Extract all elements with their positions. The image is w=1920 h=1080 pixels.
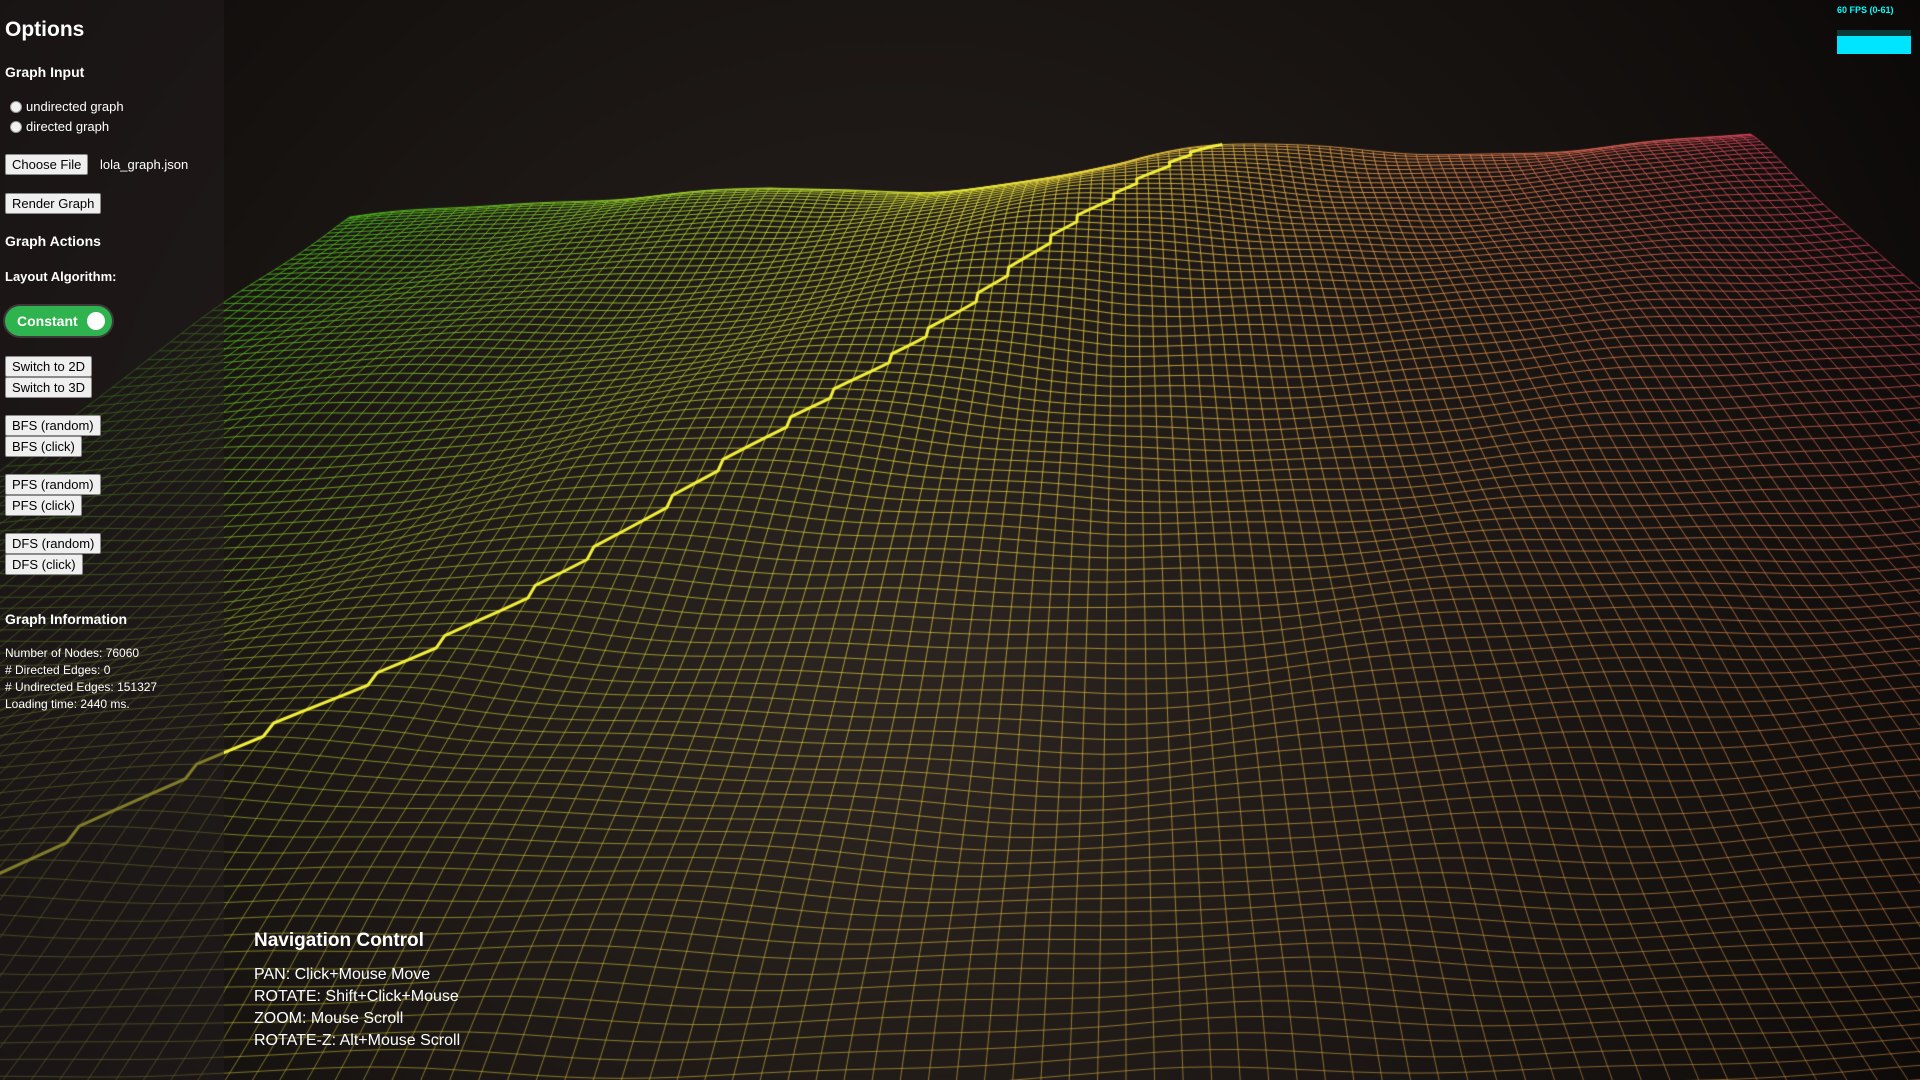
nav-pan: PAN: Click+Mouse Move [254,966,431,983]
render-graph-button[interactable]: Render Graph [5,193,102,214]
dfs-click-button[interactable]: DFS (click) [5,554,83,575]
nav-rotate: ROTATE: Shift+Click+Mouse [254,988,459,1005]
graph-input-heading: Graph Input [5,64,85,80]
node-count: Number of Nodes: 76060 [5,646,140,660]
wireframe-terrain-graph[interactable] [0,0,1920,1080]
toggle-label: Constant [17,313,78,329]
radio-directed-label: directed graph [26,119,110,134]
radio-circle-undirected[interactable] [10,100,22,113]
radio-circle-directed[interactable] [10,120,22,133]
fps-label: 60 FPS (0-61) [1837,5,1894,15]
fps-graph-fill [1837,36,1911,54]
layout-algorithm-toggle[interactable]: Constant [5,306,112,336]
nav-zoom: ZOOM: Mouse Scroll [254,1010,404,1027]
selected-file-name: lola_graph.json [100,157,189,172]
switch-to-3d-button[interactable]: Switch to 3D [5,377,92,398]
options-title: Options [5,18,85,41]
bfs-click-button[interactable]: BFS (click) [5,436,82,457]
graph-actions-heading: Graph Actions [5,233,101,249]
graph-3d-viewport[interactable] [0,0,1920,1080]
radio-directed-graph[interactable]: directed graph [10,119,109,134]
graph-information-heading: Graph Information [5,611,128,627]
fps-graph [1837,30,1911,54]
navigation-title: Navigation Control [254,930,424,951]
choose-file-button[interactable]: Choose File [5,154,89,175]
navigation-control: Navigation Control PAN: Click+Mouse Move… [254,930,460,1052]
options-panel: Options Graph Input undirected graph dir… [0,0,224,1080]
radio-undirected-graph[interactable]: undirected graph [10,99,124,114]
pfs-click-button[interactable]: PFS (click) [5,495,82,516]
switch-to-2d-button[interactable]: Switch to 2D [5,356,92,377]
dfs-random-button[interactable]: DFS (random) [5,533,102,554]
layout-algorithm-label: Layout Algorithm: [5,269,117,284]
fps-meter[interactable]: 60 FPS (0-61) [1837,5,1911,54]
directed-edge-count: # Directed Edges: 0 [5,663,111,677]
pfs-random-button[interactable]: PFS (random) [5,474,101,495]
toggle-knob [87,312,105,330]
undirected-edge-count: # Undirected Edges: 151327 [5,680,158,694]
bfs-random-button[interactable]: BFS (random) [5,415,101,436]
nav-rotate-z: ROTATE-Z: Alt+Mouse Scroll [254,1032,461,1049]
loading-time: Loading time: 2440 ms. [5,697,130,711]
radio-undirected-label: undirected graph [26,99,124,114]
